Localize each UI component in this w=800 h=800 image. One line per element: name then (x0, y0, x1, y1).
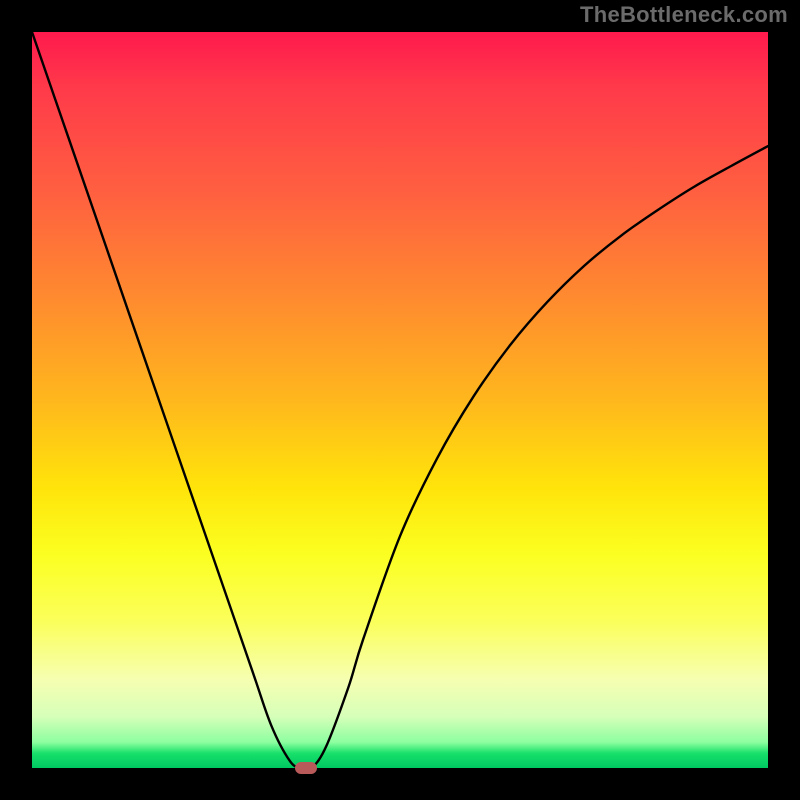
plot-area (32, 32, 768, 768)
chart-frame: TheBottleneck.com (0, 0, 800, 800)
curve-svg (32, 32, 768, 768)
bottleneck-curve-path (32, 32, 768, 768)
optimum-marker (295, 762, 317, 774)
watermark-text: TheBottleneck.com (580, 2, 788, 28)
